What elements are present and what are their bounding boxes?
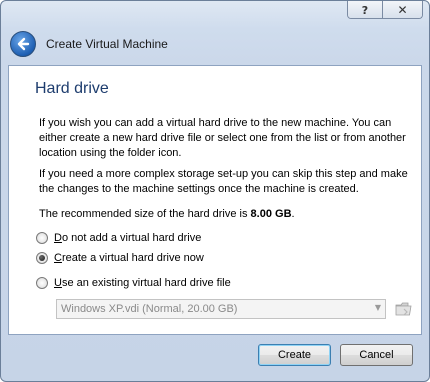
radio-label: Do not add a virtual hard drive bbox=[54, 232, 202, 244]
radio-label: Use an existing virtual hard drive file bbox=[54, 277, 231, 289]
dialog-header: Create Virtual Machine bbox=[10, 31, 168, 57]
recommended-prefix: The recommended size of the hard drive i… bbox=[39, 208, 251, 220]
advanced-paragraph: If you need a more complex storage set-u… bbox=[39, 168, 408, 195]
window-title: Create Virtual Machine bbox=[46, 37, 168, 51]
radio-create-hard-drive[interactable]: Create a virtual hard drive now bbox=[36, 252, 204, 264]
wizard-page: Hard drive If you wish you can add a vir… bbox=[8, 65, 422, 335]
radio-no-hard-drive[interactable]: Do not add a virtual hard drive bbox=[36, 232, 201, 244]
existing-disk-value: Windows XP.vdi (Normal, 20.00 GB) bbox=[61, 303, 238, 315]
radio-label: Create a virtual hard drive now bbox=[54, 252, 204, 264]
radio-use-existing-hard-drive[interactable]: Use an existing virtual hard drive file bbox=[36, 277, 231, 289]
cancel-button[interactable]: Cancel bbox=[340, 344, 413, 366]
existing-disk-select[interactable]: Windows XP.vdi (Normal, 20.00 GB) ▼ bbox=[56, 299, 386, 319]
recommended-suffix: . bbox=[291, 208, 295, 220]
close-icon[interactable]: ✕ bbox=[382, 1, 422, 18]
radio-button[interactable] bbox=[36, 277, 48, 289]
create-button[interactable]: Create bbox=[258, 344, 331, 366]
help-icon[interactable]: ? bbox=[348, 1, 382, 18]
radio-button[interactable] bbox=[36, 232, 48, 244]
caption-buttons: ? ✕ bbox=[347, 1, 423, 19]
dialog-window: ? ✕ Create Virtual Machine Hard drive If… bbox=[0, 0, 430, 382]
intro-paragraph: If you wish you can add a virtual hard d… bbox=[39, 117, 406, 159]
dropdown-arrow-icon[interactable]: ▼ bbox=[375, 303, 381, 312]
recommended-size-value: 8.00 GB bbox=[250, 208, 292, 220]
radio-button-selected[interactable] bbox=[36, 252, 48, 264]
folder-icon[interactable] bbox=[394, 300, 414, 318]
page-heading: Hard drive bbox=[35, 80, 109, 97]
recommended-size-text: The recommended size of the hard drive i… bbox=[39, 207, 409, 222]
back-arrow-icon[interactable] bbox=[10, 31, 36, 57]
